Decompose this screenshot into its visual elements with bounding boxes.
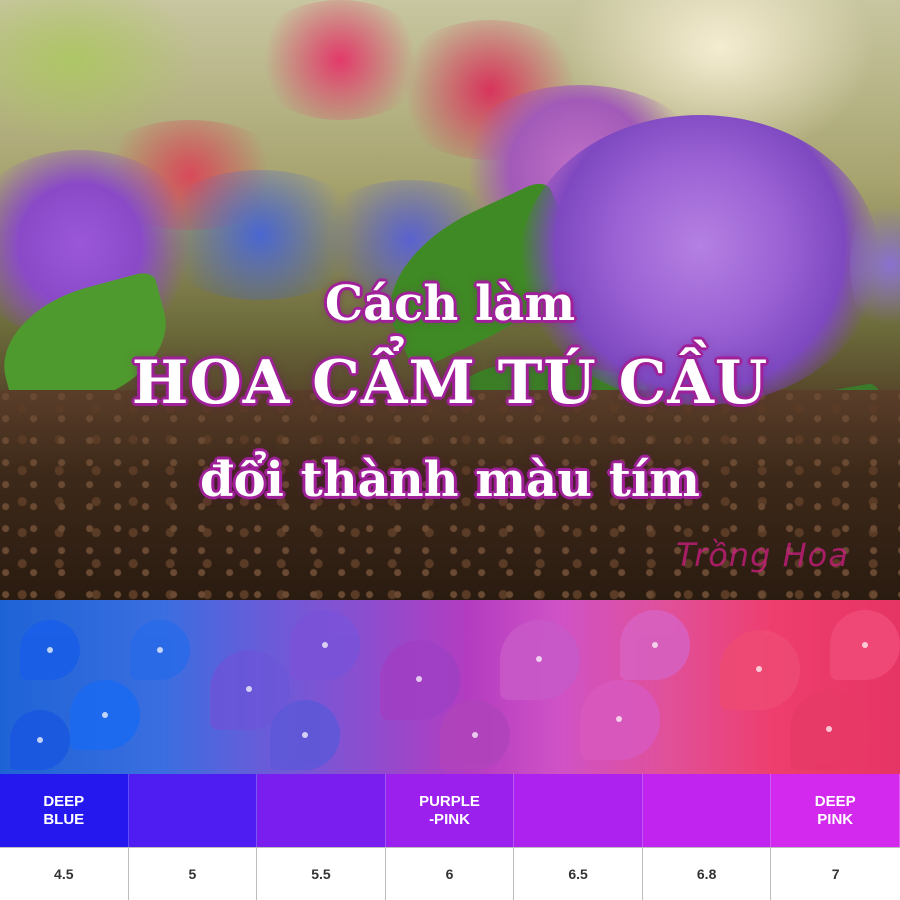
color-cell-purple-pink: PURPLE -PINK bbox=[385, 774, 515, 847]
ph-value: 6 bbox=[385, 847, 515, 900]
petal bbox=[20, 620, 80, 680]
color-cell-deep-pink: DEEP PINK bbox=[771, 774, 900, 847]
color-cell bbox=[642, 774, 772, 847]
petal bbox=[290, 610, 360, 680]
ph-scale-table: DEEP BLUE PURPLE -PINK DEEP PINK 4.5 5 5… bbox=[0, 774, 900, 900]
title-line-2: HOA CẨM TÚ CẦU bbox=[131, 348, 769, 418]
color-cell-deep-blue: DEEP BLUE bbox=[0, 774, 129, 847]
petal bbox=[10, 710, 70, 770]
ph-value: 5.5 bbox=[257, 847, 386, 900]
color-cell bbox=[514, 774, 643, 847]
color-cell bbox=[257, 774, 386, 847]
petal bbox=[440, 700, 510, 770]
color-cell bbox=[128, 774, 258, 847]
petal bbox=[380, 640, 460, 720]
ph-value: 7 bbox=[771, 847, 900, 900]
hydrangea-color-strip bbox=[0, 600, 900, 774]
petal bbox=[270, 700, 340, 770]
title-line-1: Cách làm bbox=[324, 276, 576, 332]
petal bbox=[580, 680, 660, 760]
title-line-3: đổi thành màu tím bbox=[200, 452, 700, 508]
ph-value: 6.8 bbox=[642, 847, 772, 900]
petal bbox=[70, 680, 140, 750]
ph-value: 4.5 bbox=[0, 847, 129, 900]
petal bbox=[620, 610, 690, 680]
ph-value: 5 bbox=[128, 847, 258, 900]
petal bbox=[500, 620, 580, 700]
petal bbox=[720, 630, 800, 710]
hero-photo: Cách làm HOA CẨM TÚ CẦU đổi thành màu tí… bbox=[0, 0, 900, 600]
petal bbox=[130, 620, 190, 680]
watermark-logo: Trồng Hoa bbox=[676, 536, 849, 574]
petal bbox=[830, 610, 900, 680]
petal bbox=[790, 690, 870, 770]
ph-value: 6.5 bbox=[514, 847, 643, 900]
